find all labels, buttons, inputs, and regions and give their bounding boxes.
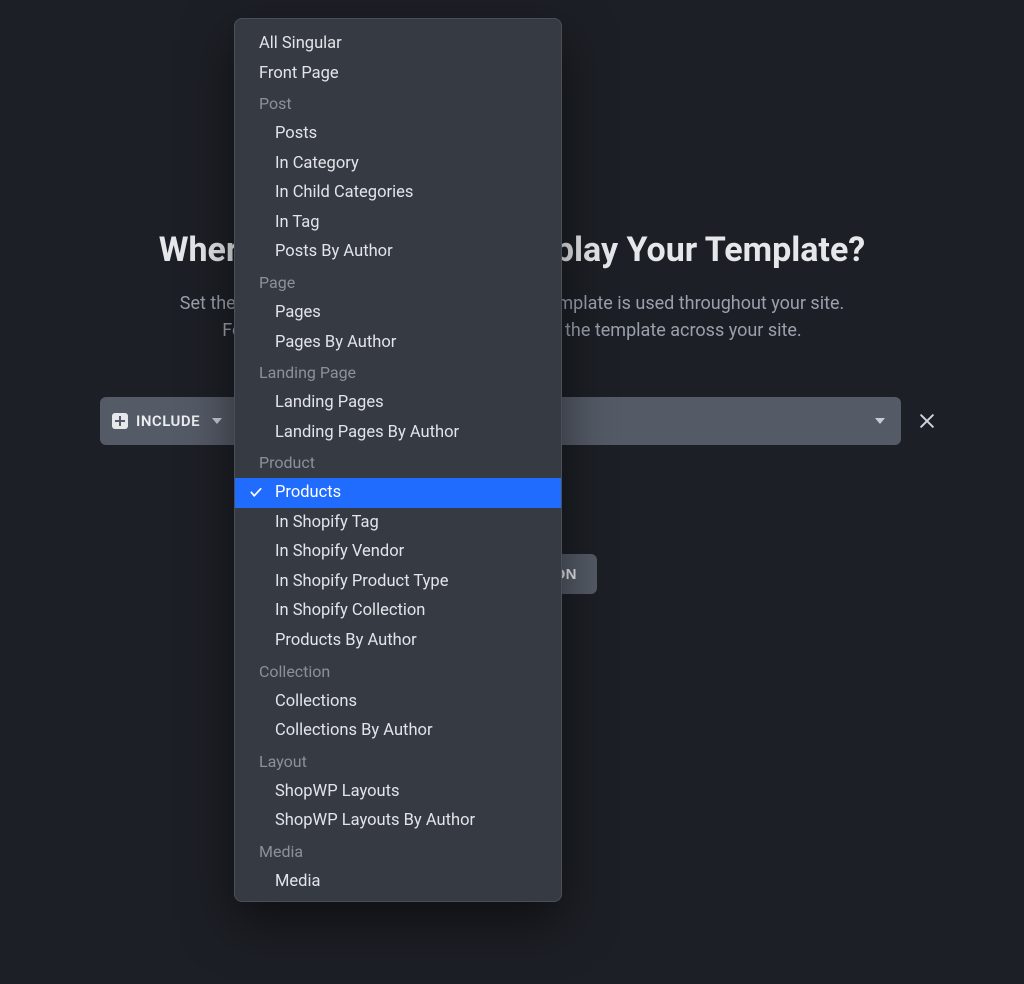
dropdown-subitem[interactable]: Landing Pages: [235, 388, 561, 418]
dropdown-subitem[interactable]: Pages By Author: [235, 328, 561, 358]
dropdown-item[interactable]: Front Page: [235, 59, 561, 89]
dropdown-group-header: Page: [235, 267, 561, 298]
dropdown-subitem[interactable]: Pages: [235, 298, 561, 328]
dropdown-item-label: In Category: [275, 154, 359, 173]
dropdown-group-header: Product: [235, 447, 561, 478]
dropdown-item-label: All Singular: [259, 34, 342, 53]
dropdown-item-label: Products: [275, 483, 341, 502]
dropdown-item-label: ShopWP Layouts: [275, 782, 400, 801]
dropdown-subitem[interactable]: ShopWP Layouts By Author: [235, 806, 561, 836]
dropdown-item-label: In Shopify Vendor: [275, 542, 404, 561]
dropdown-item-label: Media: [275, 872, 320, 891]
dropdown-item-label: Collections By Author: [275, 721, 433, 740]
dropdown-subitem[interactable]: In Shopify Collection: [235, 596, 561, 626]
dropdown-subitem[interactable]: Posts By Author: [235, 237, 561, 267]
dropdown-subitem[interactable]: Collections By Author: [235, 716, 561, 746]
dropdown-item-label: Pages By Author: [275, 333, 396, 352]
dropdown-subitem[interactable]: In Child Categories: [235, 178, 561, 208]
dropdown-item-label: Front Page: [259, 64, 339, 83]
dropdown-subitem[interactable]: Media By Author: [235, 896, 561, 902]
dropdown-subitem[interactable]: In Shopify Vendor: [235, 537, 561, 567]
dropdown-item-label: Posts By Author: [275, 242, 393, 261]
dropdown-item-label: Pages: [275, 303, 321, 322]
dropdown-item-label: ShopWP Layouts By Author: [275, 811, 475, 830]
dropdown-subitem[interactable]: ShopWP Layouts: [235, 777, 561, 807]
dropdown-item-label: Landing Pages: [275, 393, 384, 412]
dropdown-subitem[interactable]: Landing Pages By Author: [235, 418, 561, 448]
dropdown-subitem[interactable]: In Shopify Product Type: [235, 567, 561, 597]
dropdown-item-label: In Shopify Product Type: [275, 572, 448, 591]
condition-type-dropdown[interactable]: All Singular Front Page Post Posts In Catego…: [234, 18, 562, 902]
dropdown-item-label: In Shopify Tag: [275, 513, 379, 532]
remove-condition-button[interactable]: [909, 397, 945, 445]
chevron-down-icon: [875, 418, 885, 424]
dropdown-subitem[interactable]: Media: [235, 867, 561, 897]
dropdown-group-header: Landing Page: [235, 357, 561, 388]
dropdown-group-header: Collection: [235, 656, 561, 687]
dropdown-subitem[interactable]: In Tag: [235, 208, 561, 238]
dropdown-item-label: Landing Pages By Author: [275, 423, 459, 442]
dropdown-subitem[interactable]: In Shopify Tag: [235, 508, 561, 538]
dropdown-group-header: Post: [235, 88, 561, 119]
dropdown-subitem[interactable]: Products: [235, 478, 561, 508]
dropdown-item-label: Media By Author: [275, 901, 396, 902]
check-icon: [249, 485, 263, 499]
dropdown-item-label: Posts: [275, 124, 317, 143]
dropdown-item-label: In Child Categories: [275, 183, 413, 202]
dropdown-item-label: In Shopify Collection: [275, 601, 425, 620]
dropdown-group-header: Layout: [235, 746, 561, 777]
dropdown-item[interactable]: All Singular: [235, 29, 561, 59]
dropdown-item-label: Products By Author: [275, 631, 417, 650]
dropdown-item-label: Collections: [275, 692, 357, 711]
chevron-down-icon: [212, 418, 222, 424]
dropdown-subitem[interactable]: Posts: [235, 119, 561, 149]
include-label: INCLUDE: [136, 412, 200, 430]
dropdown-subitem[interactable]: In Category: [235, 149, 561, 179]
include-selector[interactable]: INCLUDE: [100, 397, 234, 445]
dropdown-subitem[interactable]: Collections: [235, 687, 561, 717]
plus-icon: [112, 413, 128, 429]
dropdown-subitem[interactable]: Products By Author: [235, 626, 561, 656]
dropdown-group-header: Media: [235, 836, 561, 867]
dropdown-item-label: In Tag: [275, 213, 320, 232]
